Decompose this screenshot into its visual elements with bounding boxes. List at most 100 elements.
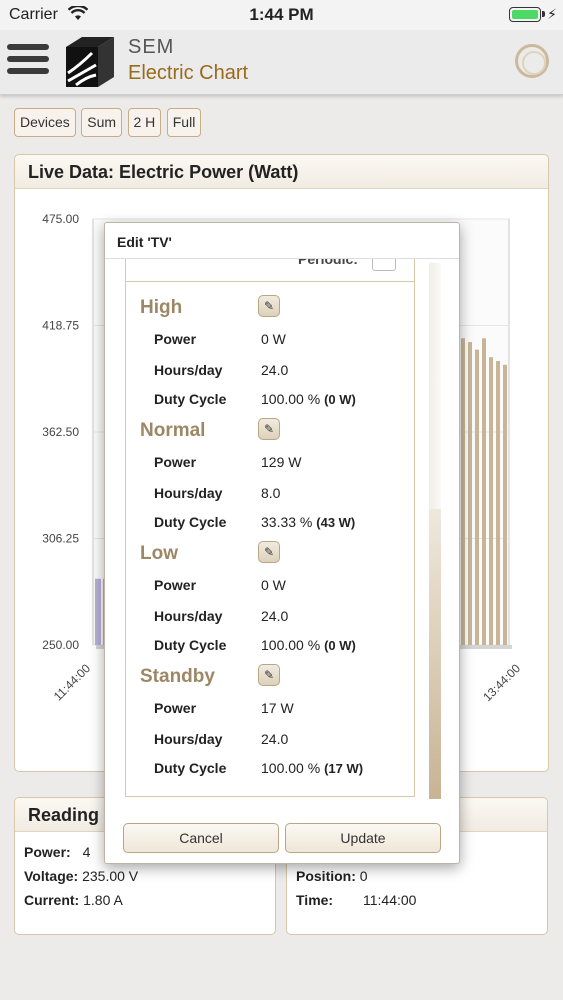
power-reading: Power: 4: [24, 844, 90, 860]
normal-duty-watts: (43 W): [316, 515, 356, 530]
standby-power-value: 17 W: [261, 700, 294, 716]
high-duty-label: Duty Cycle: [154, 391, 227, 407]
standby-duty-value: 100.00 % (17 W): [261, 760, 363, 776]
low-hours-value: 24.0: [261, 608, 289, 624]
bar: [95, 578, 101, 645]
dialog-title: Edit 'TV': [105, 223, 459, 259]
clock: 1:44 PM: [249, 5, 314, 24]
edit-normal-button[interactable]: ✎: [258, 418, 280, 440]
standby-duty-percent: 100.00 %: [261, 760, 321, 776]
app-header: SEM Electric Chart: [0, 30, 563, 95]
power-reading-label: Power:: [24, 844, 71, 860]
2h-button[interactable]: 2 H: [127, 108, 162, 137]
current-reading-label: Current:: [24, 892, 80, 908]
y-tick-label: 475.00: [42, 212, 79, 226]
position-reading-value: 0: [359, 868, 368, 884]
chart-title: Live Data: Electric Power (Watt): [15, 155, 548, 189]
pencil-icon: ✎: [263, 668, 275, 682]
bar: [482, 338, 486, 645]
standby-power-label: Power: [154, 700, 197, 716]
y-tick-label: 362.50: [42, 425, 79, 439]
position-reading: Position: 0: [296, 868, 368, 884]
pencil-icon: ✎: [263, 545, 275, 559]
full-button[interactable]: Full: [166, 108, 202, 137]
charging-icon: ⚡: [547, 6, 557, 22]
section-low-title: Low: [140, 543, 178, 564]
high-hours-value: 24.0: [261, 362, 289, 378]
time-reading-label: Time:: [296, 892, 334, 908]
edit-high-button[interactable]: ✎: [258, 295, 280, 317]
high-power-value: 0 W: [261, 331, 286, 347]
normal-duty-value: 33.33 % (43 W): [261, 514, 355, 530]
y-tick-label: 418.75: [42, 319, 79, 333]
x-tick-label: 11:44:00: [51, 661, 94, 704]
low-duty-watts: (0 W): [324, 638, 356, 653]
position-reading-label: Position:: [296, 868, 356, 884]
devices-button[interactable]: Devices: [14, 108, 76, 137]
low-hours-label: Hours/day: [154, 608, 223, 624]
bar: [503, 364, 507, 645]
update-button[interactable]: Update: [285, 823, 441, 853]
refresh-icon[interactable]: [515, 44, 549, 78]
high-hours-label: Hours/day: [154, 362, 223, 378]
low-duty-value: 100.00 % (0 W): [261, 637, 356, 653]
normal-power-label: Power: [154, 454, 197, 470]
high-power-label: Power: [154, 331, 197, 347]
status-bar: Carrier 1:44 PM ⚡: [0, 0, 563, 30]
high-duty-watts: (0 W): [324, 392, 356, 407]
time-reading-value: 11:44:00: [362, 892, 417, 908]
bar: [468, 342, 472, 645]
low-power-label: Power: [154, 577, 197, 593]
voltage-reading-value: 235.00 V: [82, 868, 139, 884]
bar: [489, 357, 493, 645]
power-reading-value: 4: [82, 844, 91, 860]
normal-duty-label: Duty Cycle: [154, 514, 227, 530]
current-reading: Current: 1.80 A: [24, 892, 123, 908]
app-title: SEM: [128, 36, 175, 58]
periodic-label: Periodic:: [298, 259, 358, 267]
low-power-value: 0 W: [261, 577, 286, 593]
high-duty-value: 100.00 % (0 W): [261, 391, 356, 407]
sum-button[interactable]: Sum: [81, 108, 123, 137]
standby-duty-watts: (17 W): [324, 761, 364, 776]
section-normal-title: Normal: [140, 420, 206, 441]
normal-hours-label: Hours/day: [154, 485, 223, 501]
section-standby-title: Standby: [140, 666, 215, 687]
divider: [126, 281, 414, 282]
x-tick-label: 13:44:00: [480, 661, 523, 704]
cancel-button[interactable]: Cancel: [123, 823, 279, 853]
y-tick-label: 250.00: [42, 638, 79, 652]
voltage-reading: Voltage: 235.00 V: [24, 868, 138, 884]
dialog-scrollbar-thumb[interactable]: [429, 509, 441, 799]
bar: [461, 338, 465, 645]
edit-low-button[interactable]: ✎: [258, 541, 280, 563]
pencil-icon: ✎: [263, 299, 275, 313]
battery-icon: [509, 7, 541, 22]
page-title: Electric Chart: [128, 62, 249, 84]
normal-duty-percent: 33.33 %: [261, 514, 313, 530]
current-reading-value: 1.80 A: [83, 892, 123, 908]
low-duty-label: Duty Cycle: [154, 637, 227, 653]
bar: [496, 361, 500, 645]
section-high-title: High: [140, 297, 183, 318]
time-reading: Time: 11:44:00: [296, 892, 416, 908]
periodic-checkbox[interactable]: [372, 259, 396, 271]
standby-duty-label: Duty Cycle: [154, 760, 227, 776]
menu-icon[interactable]: [7, 44, 49, 80]
edit-device-dialog: Edit 'TV' Periodic: High ✎ Power 0 W Hou…: [104, 222, 460, 864]
normal-power-value: 129 W: [261, 454, 302, 470]
standby-hours-value: 24.0: [261, 731, 289, 747]
dialog-scroll-area[interactable]: Periodic: High ✎ Power 0 W Hours/day 24.…: [125, 259, 415, 797]
pencil-icon: ✎: [263, 422, 275, 436]
high-duty-percent: 100.00 %: [261, 391, 321, 407]
voltage-reading-label: Voltage:: [24, 868, 79, 884]
edit-standby-button[interactable]: ✎: [258, 664, 280, 686]
normal-hours-value: 8.0: [261, 485, 281, 501]
y-tick-label: 306.25: [42, 532, 79, 546]
sem-logo: [62, 35, 117, 90]
low-duty-percent: 100.00 %: [261, 637, 321, 653]
view-toolbar: Devices Sum 2 H Full: [14, 108, 202, 137]
battery-tip: [542, 11, 545, 17]
bar: [475, 349, 479, 645]
standby-hours-label: Hours/day: [154, 731, 223, 747]
